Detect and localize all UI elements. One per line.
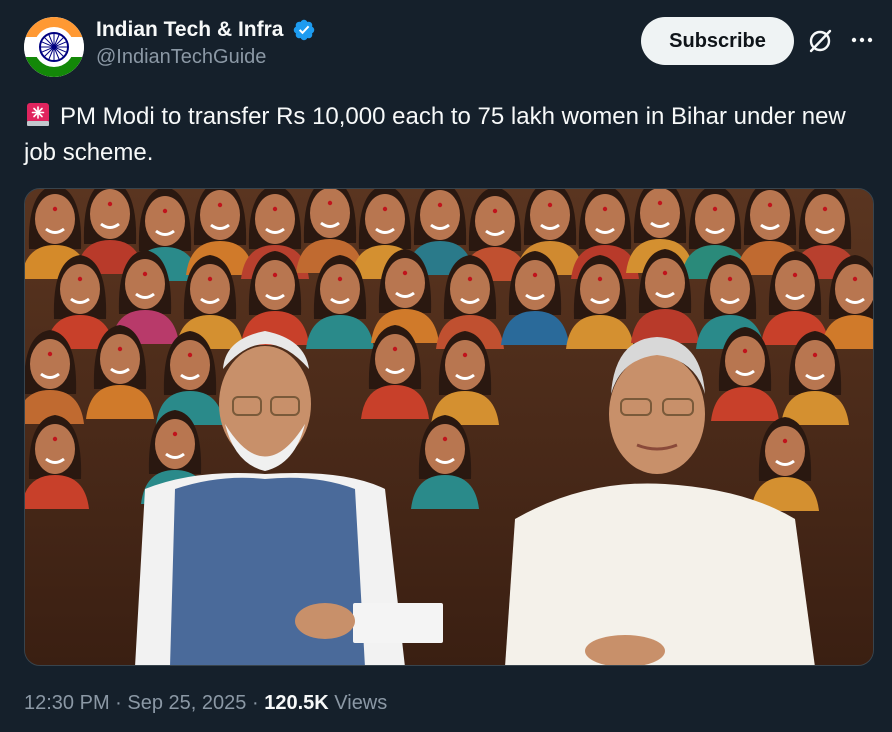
tweet-date[interactable]: Sep 25, 2025	[127, 692, 246, 714]
views-label: Views	[334, 692, 388, 714]
meta-separator: ·	[251, 692, 259, 714]
tweet-body: PM Modi to transfer Rs 10,000 each to 75…	[24, 103, 846, 166]
more-icon[interactable]	[848, 26, 876, 54]
verified-badge-icon	[293, 19, 315, 41]
tweet-header: Indian Tech & Infra @IndianTechGuide Sub…	[24, 16, 876, 78]
author-display-name[interactable]: Indian Tech & Infra	[96, 18, 283, 42]
tweet-photo-illustration	[25, 189, 873, 665]
views-count: 120.5K	[264, 692, 329, 714]
grok-icon[interactable]	[806, 27, 834, 55]
siren-icon	[27, 103, 49, 126]
subscribe-button[interactable]: Subscribe	[641, 17, 794, 65]
tweet-text: PM Modi to transfer Rs 10,000 each to 75…	[24, 99, 874, 171]
tweet-image[interactable]	[24, 188, 874, 666]
meta-separator: ·	[115, 692, 122, 714]
india-flag-avatar-icon	[24, 17, 84, 77]
author-info: Indian Tech & Infra @IndianTechGuide	[96, 18, 316, 69]
tweet-meta: 12:30 PM · Sep 25, 2025 · 120.5K Views	[24, 692, 387, 715]
tweet-time[interactable]: 12:30 PM	[24, 692, 110, 714]
author-handle[interactable]: @IndianTechGuide	[96, 46, 316, 69]
avatar[interactable]	[24, 17, 84, 77]
